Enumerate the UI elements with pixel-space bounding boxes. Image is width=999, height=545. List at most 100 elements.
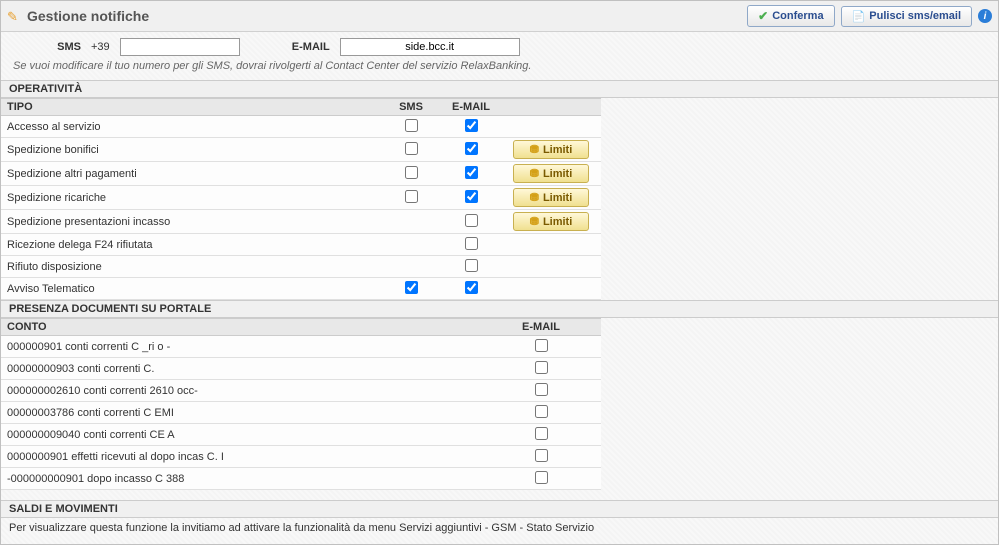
- sms-checkbox[interactable]: [405, 166, 418, 179]
- email-checkbox[interactable]: [535, 449, 548, 462]
- conto-cell: -000000000901 dopo incasso C 388: [1, 468, 481, 490]
- operativita-table: TIPO SMS E-MAIL Accesso al servizioSpedi…: [1, 98, 601, 300]
- sms-checkbox[interactable]: [405, 119, 418, 132]
- conto-cell: 00000000903 conti correnti C.: [1, 358, 481, 380]
- email-checkbox[interactable]: [465, 119, 478, 132]
- sms-prefix: +39: [91, 41, 110, 53]
- action-cell: [501, 234, 601, 256]
- email-input[interactable]: [340, 38, 520, 56]
- table-row: 00000003786 conti correnti C EMI: [1, 402, 601, 424]
- conto-cell: 000000901 conti correnti C _ri o -: [1, 336, 481, 358]
- table-row: Avviso Telematico: [1, 278, 601, 300]
- clear-button[interactable]: 📄 Pulisci sms/email: [841, 6, 972, 27]
- col-tipo: TIPO: [1, 99, 381, 116]
- conto-cell: 00000003786 conti correnti C EMI: [1, 402, 481, 424]
- email-checkbox[interactable]: [465, 259, 478, 272]
- conto-cell: 000000009040 conti correnti CE A: [1, 424, 481, 446]
- email-checkbox[interactable]: [465, 214, 478, 227]
- section-operativita: OPERATIVITÀ: [1, 80, 998, 98]
- document-icon: 📄: [852, 10, 866, 23]
- email-cell: [441, 256, 501, 278]
- table-row: 000000901 conti correnti C _ri o -: [1, 336, 601, 358]
- coins-icon: ⛃: [530, 167, 539, 180]
- limiti-button[interactable]: ⛃Limiti: [513, 164, 589, 183]
- email-cell: [481, 468, 601, 490]
- sms-cell: [381, 278, 441, 300]
- conto-cell: 0000000901 effetti ricevuti al dopo inca…: [1, 446, 481, 468]
- email-label: E-MAIL: [270, 41, 330, 53]
- email-cell: [481, 424, 601, 446]
- col-action: [501, 99, 601, 116]
- tipo-cell: Ricezione delega F24 rifiutata: [1, 234, 381, 256]
- sms-cell: [381, 234, 441, 256]
- table-row: 000000009040 conti correnti CE A: [1, 424, 601, 446]
- email-checkbox[interactable]: [465, 281, 478, 294]
- limiti-button[interactable]: ⛃ Limiti: [513, 188, 589, 207]
- email-cell: [481, 402, 601, 424]
- email-checkbox[interactable]: [535, 405, 548, 418]
- limiti-label: Limiti: [543, 216, 572, 228]
- email-cell: [481, 358, 601, 380]
- action-cell: ⛃ Limiti: [501, 138, 601, 162]
- limiti-button[interactable]: ⛃Limiti: [513, 212, 589, 231]
- limiti-label: Limiti: [543, 192, 572, 204]
- limiti-label: Limiti: [543, 144, 572, 156]
- sms-label: SMS: [11, 41, 81, 53]
- sms-cell: [381, 116, 441, 138]
- action-cell: [501, 278, 601, 300]
- col-email-presenza: E-MAIL: [481, 319, 601, 336]
- limiti-button[interactable]: ⛃ Limiti: [513, 140, 589, 159]
- tipo-cell: Spedizione altri pagamenti: [1, 162, 381, 186]
- email-checkbox[interactable]: [465, 142, 478, 155]
- table-row: Rifiuto disposizione: [1, 256, 601, 278]
- email-checkbox[interactable]: [465, 166, 478, 179]
- action-cell: ⛃Limiti: [501, 162, 601, 186]
- email-checkbox[interactable]: [465, 237, 478, 250]
- sms-checkbox[interactable]: [405, 281, 418, 294]
- saldi-note: Per visualizzare questa funzione la invi…: [1, 518, 998, 544]
- email-checkbox[interactable]: [535, 339, 548, 352]
- sms-cell: [381, 256, 441, 278]
- table-row: 000000002610 conti correnti 2610 occ-: [1, 380, 601, 402]
- page-header: Gestione notifiche ✔ Conferma 📄 Pulisci …: [1, 1, 998, 32]
- tipo-cell: Rifiuto disposizione: [1, 256, 381, 278]
- sms-checkbox[interactable]: [405, 142, 418, 155]
- coins-icon: ⛃: [530, 191, 539, 204]
- confirm-button[interactable]: ✔ Conferma: [747, 5, 834, 27]
- email-cell: [441, 116, 501, 138]
- action-cell: [501, 256, 601, 278]
- email-cell: [481, 446, 601, 468]
- email-cell: [441, 186, 501, 210]
- contact-row: SMS +39 E-MAIL: [1, 32, 998, 58]
- action-cell: ⛃Limiti: [501, 210, 601, 234]
- table-row: Spedizione altri pagamenti ⛃Limiti: [1, 162, 601, 186]
- email-checkbox[interactable]: [535, 361, 548, 374]
- confirm-label: Conferma: [772, 10, 823, 22]
- sms-input[interactable]: [120, 38, 240, 56]
- table-row: Spedizione presentazioni incasso ⛃Limiti: [1, 210, 601, 234]
- table-row: 00000000903 conti correnti C.: [1, 358, 601, 380]
- email-checkbox[interactable]: [465, 190, 478, 203]
- email-checkbox[interactable]: [535, 383, 548, 396]
- email-checkbox[interactable]: [535, 471, 548, 484]
- email-cell: [441, 138, 501, 162]
- table-row: Spedizione ricariche⛃Limiti: [1, 186, 601, 210]
- presenza-table: CONTO E-MAIL 000000901 conti correnti C …: [1, 318, 601, 490]
- sms-cell: [381, 210, 441, 234]
- table-row: Ricezione delega F24 rifiutata: [1, 234, 601, 256]
- tipo-cell: Avviso Telematico: [1, 278, 381, 300]
- email-cell: [441, 278, 501, 300]
- helper-text: Se vuoi modificare il tuo numero per gli…: [1, 58, 998, 80]
- table-row: Spedizione bonifici⛃Limiti: [1, 138, 601, 162]
- section-saldi: SALDI E MOVIMENTI: [1, 500, 998, 518]
- col-sms: SMS: [381, 99, 441, 116]
- check-icon: ✔: [758, 9, 768, 23]
- sms-checkbox[interactable]: [405, 190, 418, 203]
- info-icon[interactable]: i: [978, 9, 992, 23]
- col-email: E-MAIL: [441, 99, 501, 116]
- conto-cell: 000000002610 conti correnti 2610 occ-: [1, 380, 481, 402]
- email-checkbox[interactable]: [535, 427, 548, 440]
- tipo-cell: Spedizione presentazioni incasso: [1, 210, 381, 234]
- coins-icon: ⛃: [530, 143, 539, 156]
- sms-cell: [381, 186, 441, 210]
